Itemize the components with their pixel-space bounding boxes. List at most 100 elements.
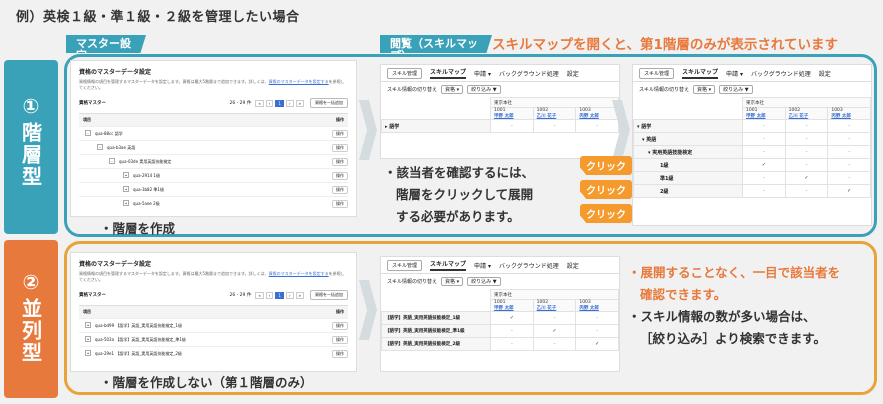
- tab-apply[interactable]: 申請 ▾: [474, 69, 491, 78]
- emp-col: 1002 乙川 花子: [784, 107, 829, 120]
- op-button[interactable]: 操作: [332, 349, 348, 358]
- tab-background[interactable]: バックグラウンド処理: [499, 69, 559, 78]
- table-header: 項目 操作: [79, 113, 348, 126]
- table-row[interactable]: ▾ 実用英語技能検定 - - -: [633, 145, 871, 159]
- op-button[interactable]: 操作: [332, 129, 348, 138]
- next-page-button[interactable]: ›: [285, 99, 294, 107]
- tab-apply[interactable]: 申請 ▾: [474, 261, 491, 270]
- desc-text: 資格情報の項目を管理するマスターデータを設定します。資格は最大5階層まで追加でき…: [79, 271, 269, 276]
- op-button[interactable]: 操作: [332, 335, 348, 344]
- side-label-parallel: ② 並列型: [4, 240, 58, 398]
- table-row: • qua-5aee 2級 操作: [79, 196, 348, 210]
- emp-name[interactable]: 甲野 太郎: [746, 113, 782, 119]
- row-name: - qua-03de 実用英語技能検定: [79, 158, 332, 165]
- row-name: • qua-503a 【語学】英語_実用英語技能検定_準1級: [79, 336, 332, 343]
- desc-text: 資格情報の項目を管理するマスターデータを設定します。資格は最大5階層まで追加でき…: [79, 79, 269, 84]
- bulk-add-button[interactable]: 資格を一括追加: [310, 98, 348, 108]
- tab-skill-manage[interactable]: スキル管理: [387, 67, 423, 79]
- first-page-button[interactable]: «: [255, 291, 264, 299]
- op-button[interactable]: 操作: [332, 321, 348, 330]
- emp-name[interactable]: 丙野 太郎: [579, 113, 615, 119]
- parallel-notes: ・展開することなく、一目で該当者を 確認できます。 ・スキル情報の数が多い場合は…: [628, 262, 840, 350]
- check-icon: ✓: [742, 158, 786, 172]
- filter-label: 絞り込み: [723, 87, 744, 93]
- op-button[interactable]: 操作: [332, 199, 348, 208]
- filter-button[interactable]: 絞り込み ▼: [467, 85, 501, 94]
- bulk-add-button[interactable]: 資格を一括追加: [310, 290, 348, 300]
- cell: -: [784, 184, 829, 198]
- row-label[interactable]: ▾ 実用英語技能検定: [633, 145, 744, 159]
- op-button[interactable]: 操作: [332, 143, 348, 152]
- emp-name[interactable]: 甲野 太郎: [494, 113, 530, 119]
- master-toolbar: 資格マスター 26 - 29 件 « ‹ 1 › » 資格を一括追加: [79, 97, 348, 109]
- row-text: 英語: [646, 136, 657, 143]
- desc-link[interactable]: 資格のマスターデータを設定する: [269, 79, 329, 84]
- row-label[interactable]: ▾ 英語: [633, 132, 744, 146]
- side-number: ②: [22, 270, 40, 294]
- qual-select[interactable]: 資格 ▾: [441, 85, 464, 94]
- op-button[interactable]: 操作: [332, 171, 348, 180]
- last-page-button[interactable]: »: [295, 291, 304, 299]
- tab-skillmap[interactable]: スキルマップ: [682, 67, 719, 79]
- row-name: - qua-88cc 語学: [79, 130, 332, 137]
- tab-setting[interactable]: 設定: [567, 261, 579, 270]
- col-op: 操作: [336, 309, 344, 314]
- emp-name[interactable]: 乙川 花子: [537, 305, 573, 311]
- tab-background[interactable]: バックグラウンド処理: [499, 261, 559, 270]
- table-row[interactable]: ▸ 語学 - - -: [381, 119, 619, 133]
- emp-name[interactable]: 乙川 花子: [537, 113, 573, 119]
- emp-name[interactable]: 乙川 花子: [789, 113, 825, 119]
- op-button[interactable]: 操作: [332, 185, 348, 194]
- cell: -: [532, 311, 577, 325]
- table-row: • qua-bd99 【語学】英語_実用英語技能検定_1級 操作: [79, 318, 348, 332]
- cell: -: [827, 132, 871, 146]
- collapse-icon[interactable]: -: [85, 130, 91, 136]
- tab-skillmap[interactable]: スキルマップ: [430, 67, 467, 79]
- tab-setting[interactable]: 設定: [819, 69, 831, 78]
- next-page-button[interactable]: ›: [285, 291, 294, 299]
- click-badge: クリック: [580, 180, 632, 199]
- tab-apply[interactable]: 申請 ▾: [726, 69, 743, 78]
- last-page-button[interactable]: »: [295, 99, 304, 107]
- first-page-button[interactable]: «: [255, 99, 264, 107]
- qual-select[interactable]: 資格 ▾: [693, 85, 716, 94]
- row-label: qua-2914 1級: [133, 173, 160, 178]
- tab-skill-manage[interactable]: スキル管理: [387, 259, 423, 271]
- tab-setting[interactable]: 設定: [567, 69, 579, 78]
- emp-col: 1003 丙野 太郎: [575, 299, 619, 312]
- emp-name[interactable]: 甲野 太郎: [494, 305, 530, 311]
- check-icon: ✓: [490, 311, 534, 325]
- op-button[interactable]: 操作: [332, 157, 348, 166]
- filter-button[interactable]: 絞り込み ▼: [719, 85, 753, 94]
- qual-select[interactable]: 資格 ▾: [441, 277, 464, 286]
- emp-name[interactable]: 丙野 太郎: [579, 305, 615, 311]
- emp-name[interactable]: 丙野 太郎: [831, 113, 867, 119]
- row-label: 【語学】英語_実用英語技能検定_準1級: [381, 324, 492, 338]
- page-1-button[interactable]: 1: [275, 99, 284, 107]
- table-row: • qua-29e1 【語学】英語_実用英語技能検定_2級 操作: [79, 346, 348, 360]
- row-label[interactable]: ▾ 語学: [633, 119, 744, 133]
- page-1-button[interactable]: 1: [275, 291, 284, 299]
- prev-page-button[interactable]: ‹: [265, 99, 274, 107]
- filter-button[interactable]: 絞り込み ▼: [467, 277, 501, 286]
- table-row: - qua-03de 実用英語技能検定 操作: [79, 154, 348, 168]
- hierarchy-notes: ・該当者を確認するには、 階層をクリックして展開 する必要があります。: [384, 162, 534, 228]
- cell: -: [827, 171, 871, 185]
- tab-skillmap[interactable]: スキルマップ: [430, 259, 467, 271]
- prev-page-button[interactable]: ‹: [265, 291, 274, 299]
- row-text: 語学: [641, 123, 652, 130]
- collapse-icon[interactable]: -: [97, 144, 103, 150]
- master-title: 資格のマスターデータ設定: [79, 69, 152, 76]
- caption-hierarchy: ・階層を作成: [100, 221, 176, 236]
- filter-toolbar: スキル情報の切り替え 資格 ▾ 絞り込み ▼: [633, 82, 871, 97]
- table-row[interactable]: ▾ 英語 - - -: [633, 132, 871, 146]
- desc-link[interactable]: 資格のマスターデータを設定する: [269, 271, 329, 276]
- row-label[interactable]: ▸ 語学: [381, 119, 492, 133]
- hint-text: スキルマップを開くと、第1階層のみが表示されています: [492, 37, 838, 53]
- emp-col: 1003 丙野 太郎: [575, 107, 619, 120]
- table-row[interactable]: ▾ 語学 - - -: [633, 119, 871, 133]
- tab-background[interactable]: バックグラウンド処理: [751, 69, 811, 78]
- switch-label: スキル情報の切り替え: [387, 87, 438, 93]
- tab-skill-manage[interactable]: スキル管理: [639, 67, 675, 79]
- collapse-icon[interactable]: -: [109, 158, 115, 164]
